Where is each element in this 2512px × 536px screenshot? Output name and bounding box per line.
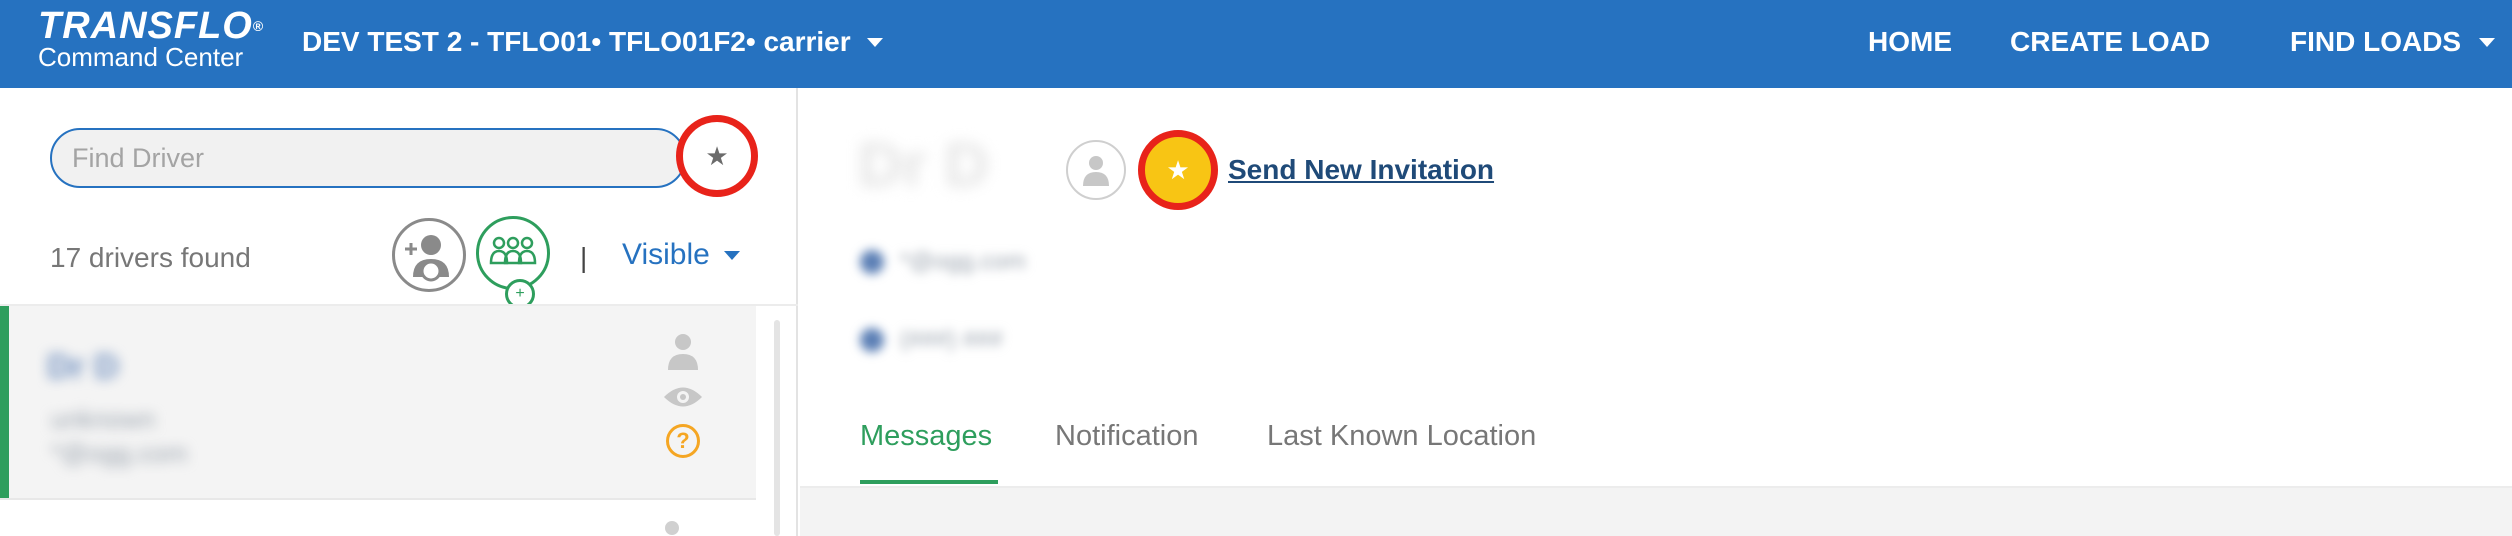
find-driver-search[interactable] <box>50 128 686 188</box>
eye-icon <box>664 387 702 407</box>
person-icon <box>1083 156 1109 186</box>
chevron-down-icon <box>2479 37 2496 47</box>
driver-groups-button[interactable]: + <box>476 216 550 309</box>
brand-subtitle: Command Center <box>38 42 244 72</box>
driver-phone-text: (###) ### <box>900 326 1003 353</box>
driver-phone-row: (###) ### <box>860 326 1003 354</box>
brand-logo[interactable]: TRANSFLO® Command Center <box>38 6 264 70</box>
add-driver-icon <box>405 235 449 282</box>
visibility-filter-label: Visible <box>622 238 710 271</box>
question-icon[interactable]: ? <box>666 424 700 458</box>
driver-name: Dr D <box>47 348 119 386</box>
star-icon: ★ <box>1166 154 1190 185</box>
list-item-divider <box>0 498 756 500</box>
driver-list-panel: ★ 17 drivers found + | Visible Dr D unkn… <box>0 88 798 536</box>
tab-messages[interactable]: Messages <box>860 420 992 453</box>
driver-detail-name: Dr D <box>858 131 989 200</box>
driver-email-row: *@ogg.com <box>860 248 1026 276</box>
tab-notification[interactable]: Notification <box>1055 420 1198 453</box>
driver-list-scrollbar[interactable] <box>774 320 780 536</box>
person-icon <box>668 334 698 370</box>
send-new-invitation-link[interactable]: Send New Invitation <box>1228 154 1494 186</box>
filter-divider: | <box>580 242 588 273</box>
favorite-driver-button[interactable]: ★ <box>1138 130 1218 210</box>
phone-icon <box>860 328 884 352</box>
tab-last-known-location[interactable]: Last Known Location <box>1267 420 1536 453</box>
driver-list-item[interactable]: Dr D unknown *@ogg.com ? <box>0 306 756 498</box>
nav-create-load-label: CREATE LOAD <box>2010 26 2211 57</box>
account-label: DEV TEST 2 - TFLO01• TFLO01F2• carrier <box>302 26 851 57</box>
driver-email-text: *@ogg.com <box>900 248 1026 275</box>
active-tab-indicator <box>860 480 998 484</box>
nav-find-loads[interactable]: FIND LOADS <box>2290 22 2496 62</box>
visibility-filter-dropdown[interactable]: Visible <box>622 238 740 272</box>
top-navigation-bar: TRANSFLO® Command Center DEV TEST 2 - TF… <box>0 0 2512 88</box>
group-icon <box>489 236 537 265</box>
account-selector[interactable]: DEV TEST 2 - TFLO01• TFLO01F2• carrier <box>302 22 883 62</box>
nav-home-label: HOME <box>1868 26 1952 57</box>
nav-home[interactable]: HOME <box>1868 22 1952 62</box>
driver-status-text: unknown <box>51 404 156 434</box>
email-icon <box>860 250 884 274</box>
brand-name: TRANSFLO® <box>38 5 265 47</box>
messages-content-area <box>800 488 2512 536</box>
avatar <box>1066 140 1126 200</box>
chevron-down-icon <box>866 37 883 47</box>
driver-status-icons: ? <box>657 332 709 458</box>
nav-create-load[interactable]: CREATE LOAD <box>2010 22 2210 62</box>
nav-find-loads-label: FIND LOADS <box>2290 26 2462 57</box>
chevron-down-icon <box>723 250 740 260</box>
person-icon <box>665 521 679 535</box>
driver-detail-panel: Dr D ★ Send New Invitation *@ogg.com (##… <box>800 88 2512 536</box>
driver-email: *@ogg.com <box>51 438 188 468</box>
drivers-found-count: 17 drivers found <box>50 242 251 273</box>
add-driver-button[interactable] <box>392 218 466 292</box>
find-driver-input[interactable] <box>72 142 684 174</box>
star-icon: ★ <box>705 140 729 171</box>
favorites-filter-button[interactable]: ★ <box>676 115 758 197</box>
